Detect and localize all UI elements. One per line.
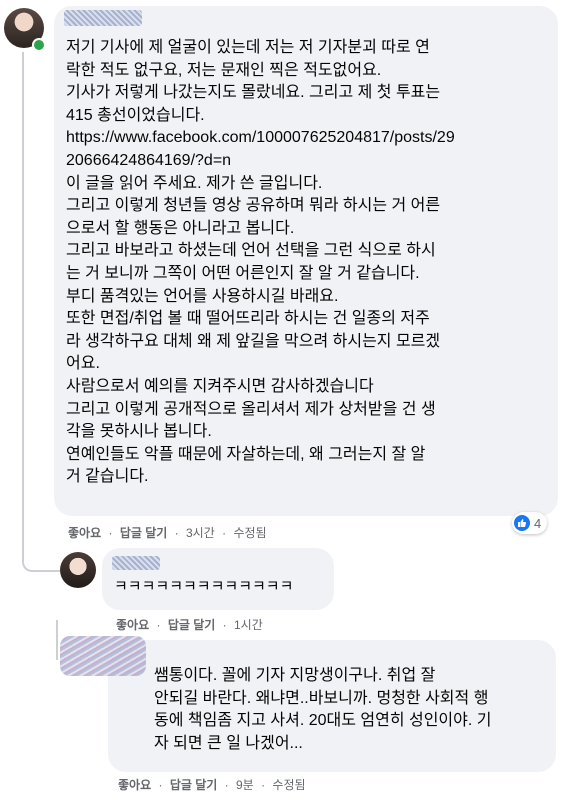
reaction-count: 4 xyxy=(534,515,542,531)
redacted-author-name[interactable] xyxy=(112,556,160,570)
comment-text: 저기 기사에 제 얼굴이 있는데 저는 저 기자분괴 따로 연 락한 적도 없구… xyxy=(66,39,455,486)
timestamp[interactable]: 9분 xyxy=(236,778,254,792)
separator: · xyxy=(224,778,229,792)
like-button[interactable]: 좋아요 xyxy=(118,778,151,792)
separator: · xyxy=(158,778,163,792)
online-status-icon xyxy=(32,38,46,52)
separator: · xyxy=(156,618,161,632)
comment-actions: 좋아요 · 답글 달기 · 9분 · 수정됨 xyxy=(118,776,310,793)
like-button[interactable]: 좋아요 xyxy=(68,526,101,540)
comment-actions: 좋아요 · 답글 달기 · 1시간 xyxy=(116,616,267,633)
reaction-summary[interactable]: 4 xyxy=(512,512,548,534)
reply-button[interactable]: 답글 달기 xyxy=(120,526,168,540)
thread-line xyxy=(56,620,58,660)
separator: · xyxy=(222,618,227,632)
separator: · xyxy=(222,526,227,540)
redacted-author[interactable] xyxy=(60,636,146,676)
reply-button[interactable]: 답글 달기 xyxy=(170,778,218,792)
comment-text: ㅋㅋㅋㅋㅋㅋㅋㅋㅋㅋㅋㅋㅋ xyxy=(114,578,294,595)
comment-text: 쌤통이다. 꼴에 기자 지망생이구나. 취업 잘 안되길 바란다. 왜냐면..바… xyxy=(154,667,492,752)
thread-connector xyxy=(22,560,60,572)
separator: · xyxy=(261,778,266,792)
thread-line xyxy=(22,52,24,562)
like-button[interactable]: 좋아요 xyxy=(116,618,149,632)
separator: · xyxy=(108,526,113,540)
edited-label: 수정됨 xyxy=(233,526,267,540)
comment-actions: 좋아요 · 답글 달기 · 3시간 · 수정됨 xyxy=(68,524,271,541)
thumbs-up-icon xyxy=(514,515,530,531)
separator: · xyxy=(174,526,179,540)
reply-button[interactable]: 답글 달기 xyxy=(168,618,216,632)
edited-label: 수정됨 xyxy=(272,778,306,792)
timestamp[interactable]: 1시간 xyxy=(234,618,263,632)
avatar[interactable] xyxy=(60,552,96,588)
redacted-author-name[interactable] xyxy=(64,10,142,26)
timestamp[interactable]: 3시간 xyxy=(186,526,215,540)
